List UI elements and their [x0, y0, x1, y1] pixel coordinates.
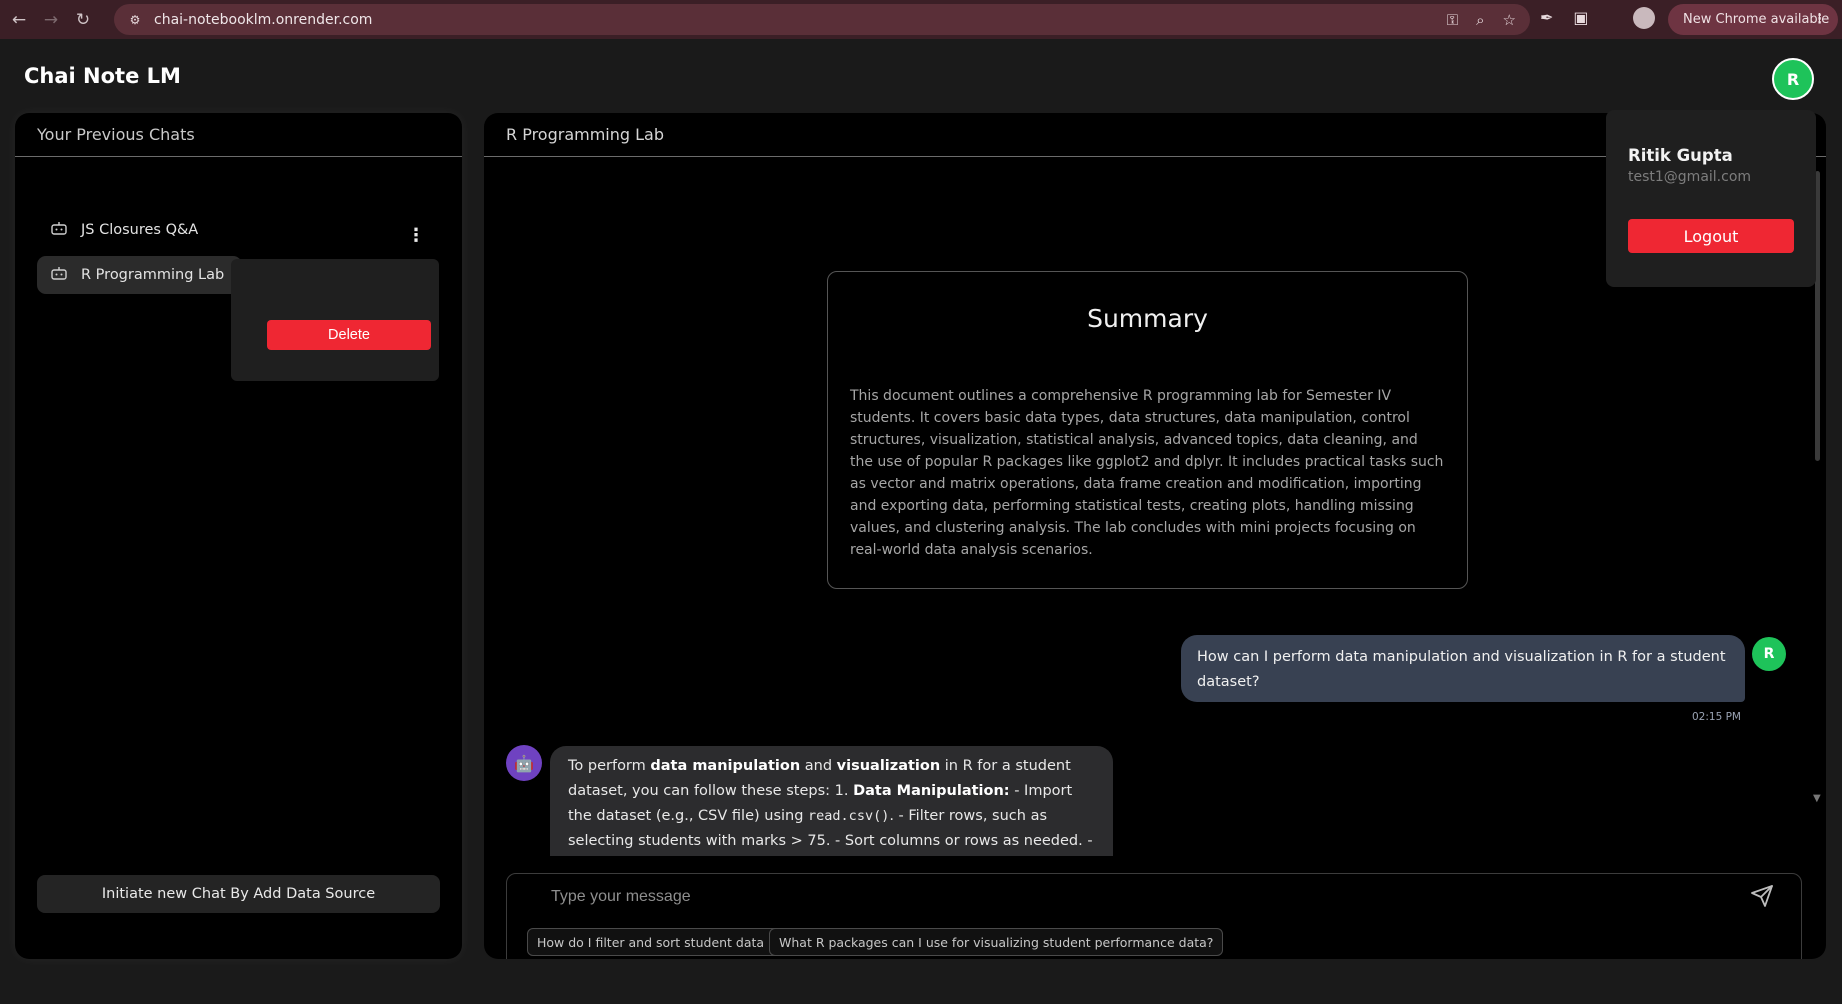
sidebar-item-label: R Programming Lab: [81, 267, 225, 283]
message-composer: How do I filter and sort student data in…: [506, 873, 1802, 959]
new-chat-button[interactable]: Initiate new Chat By Add Data Source: [37, 875, 440, 913]
zoom-icon[interactable]: ⌕: [1476, 11, 1484, 29]
suggestion-chip[interactable]: How do I filter and sort student data in…: [527, 928, 809, 956]
user-avatar: R: [1752, 637, 1786, 671]
sidebar-item-r-programming-lab[interactable]: R Programming Lab: [37, 256, 242, 294]
chat-options-popover: Delete: [231, 259, 439, 381]
profile-email: test1@gmail.com: [1628, 169, 1752, 185]
bot-message-bubble: To perform data manipulation and visuali…: [550, 746, 1113, 856]
more-vert-icon: ⋮: [1813, 12, 1826, 27]
puzzle-icon[interactable]: ▣: [1573, 8, 1588, 27]
bot-avatar-icon: 🤖: [506, 745, 542, 781]
summary-text: This document outlines a comprehensive R…: [850, 388, 1444, 558]
forward-icon[interactable]: →: [38, 7, 64, 33]
sidebar: Your Previous Chats JS Closures Q&A ⋮ R …: [15, 113, 462, 959]
browser-toolbar: ← → ↻ ⚙ chai-notebooklm.onrender.com ⚿ ⌕…: [0, 0, 1842, 39]
bot-text: To perform: [568, 758, 651, 774]
sidebar-item-label: JS Closures Q&A: [81, 222, 199, 238]
profile-avatar-button[interactable]: R: [1772, 58, 1814, 100]
summary-title: Summary: [1087, 304, 1208, 333]
bot-code-text: read.csv(): [808, 808, 890, 824]
message-input[interactable]: [529, 882, 1729, 912]
delete-chat-button[interactable]: Delete: [267, 320, 431, 350]
logout-button[interactable]: Logout: [1628, 219, 1794, 253]
new-chrome-available-button[interactable]: New Chrome available ⋮: [1668, 4, 1838, 35]
kebab-icon[interactable]: ⋮: [407, 225, 425, 247]
suggestion-chip[interactable]: What R packages can I use for visualizin…: [769, 928, 1224, 956]
bot-bold-text: Data Manipulation:: [853, 783, 1010, 799]
bot-text: and: [800, 758, 837, 774]
summary-card: Summary This document outlines a compreh…: [827, 271, 1468, 589]
bot-bold-text: visualization: [836, 758, 941, 774]
sidebar-header: Your Previous Chats: [15, 113, 462, 157]
user-message-bubble: How can I perform data manipulation and …: [1181, 635, 1745, 702]
back-icon[interactable]: ←: [6, 7, 32, 33]
address-bar[interactable]: ⚙ chai-notebooklm.onrender.com ⚿ ⌕ ☆: [114, 4, 1530, 35]
star-icon[interactable]: ☆: [1503, 11, 1516, 29]
eyedropper-icon[interactable]: ✒: [1540, 8, 1553, 27]
site-settings-icon[interactable]: ⚙: [124, 9, 146, 31]
sidebar-item-js-closures[interactable]: JS Closures Q&A: [37, 211, 442, 249]
app-title: Chai Note LM: [24, 64, 181, 88]
key-icon[interactable]: ⚿: [1447, 11, 1458, 29]
message-timestamp: 02:15 PM: [1692, 711, 1741, 723]
profile-dropdown: Ritik Gupta test1@gmail.com Logout: [1606, 110, 1816, 287]
new-chrome-label: New Chrome available: [1683, 12, 1830, 27]
scroll-down-icon[interactable]: ▼: [1813, 793, 1821, 804]
app-root: Chai Note LM R Your Previous Chats JS Cl…: [0, 39, 1842, 1004]
send-icon[interactable]: [1750, 884, 1778, 912]
robot-icon: [51, 221, 71, 239]
bot-bold-text: data manipulation: [650, 758, 801, 774]
reload-icon[interactable]: ↻: [70, 7, 96, 33]
url-text: chai-notebooklm.onrender.com: [154, 11, 373, 28]
browser-profile-avatar[interactable]: [1633, 7, 1655, 29]
robot-icon: [51, 266, 71, 284]
profile-name: Ritik Gupta: [1628, 146, 1733, 165]
